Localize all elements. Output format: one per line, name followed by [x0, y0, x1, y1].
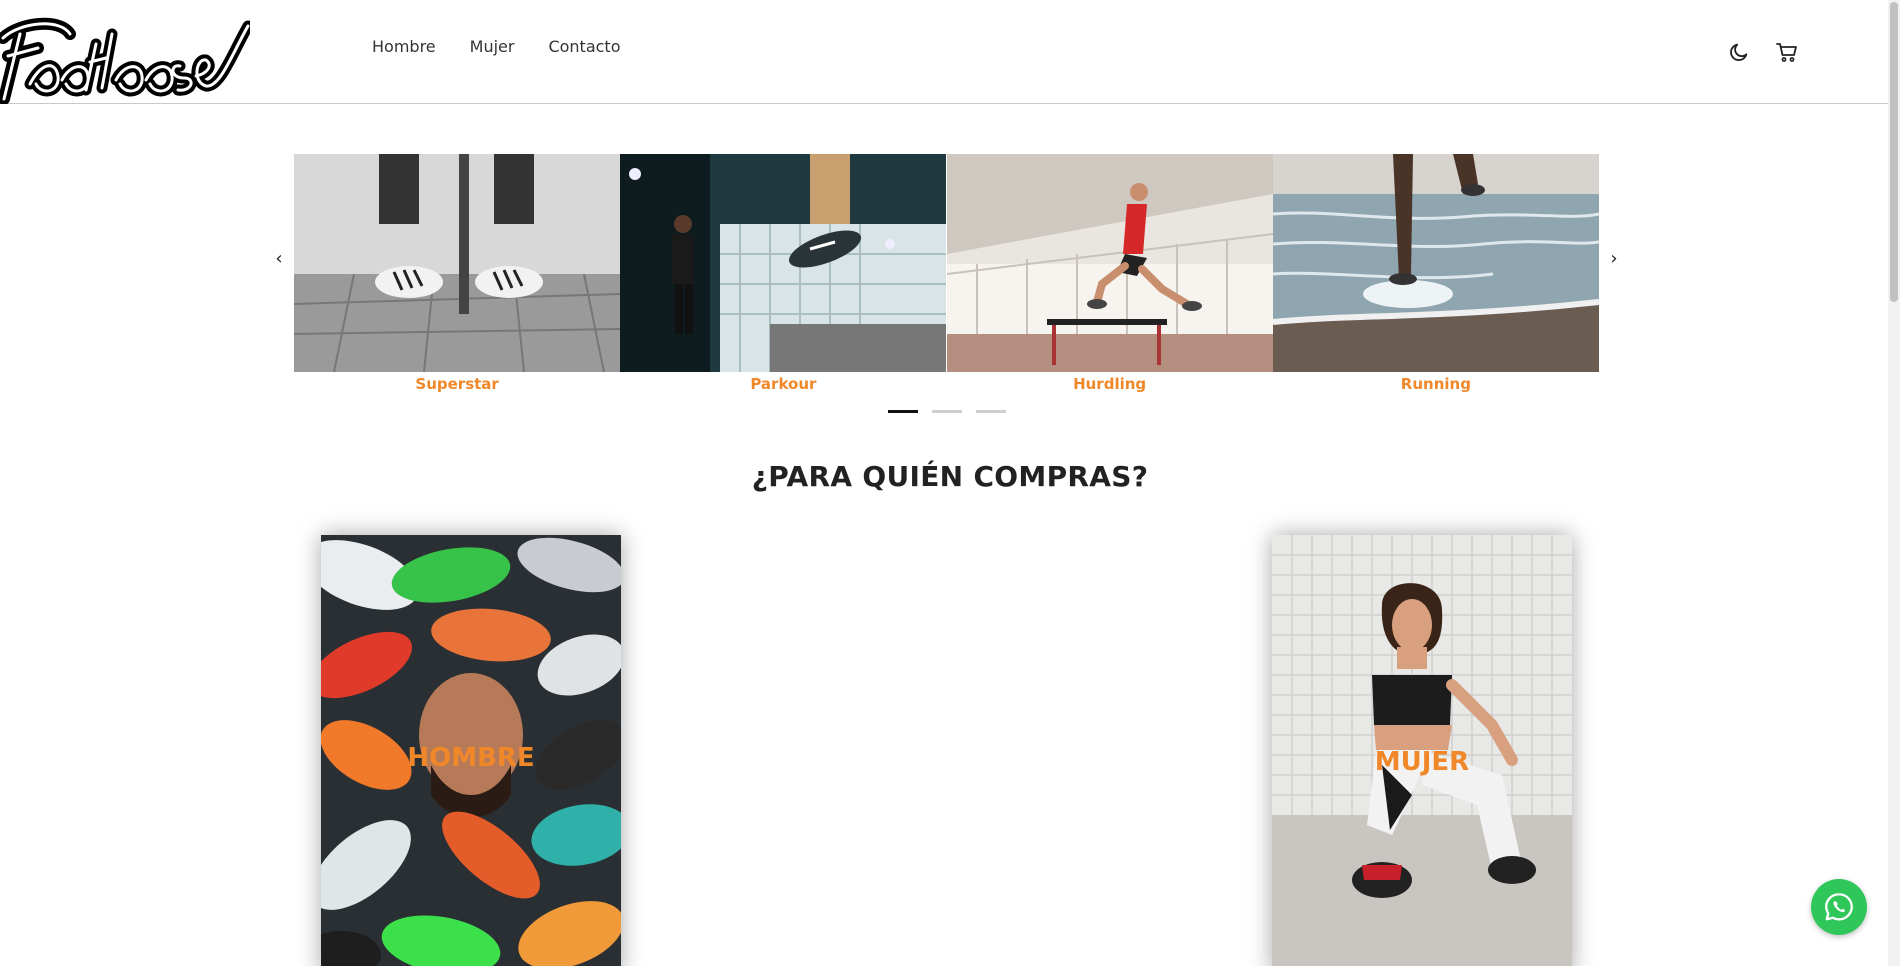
slide-caption: Running	[1400, 375, 1471, 393]
nav-link-hombre[interactable]: Hombre	[372, 37, 436, 56]
whatsapp-button[interactable]	[1811, 879, 1867, 935]
carousel-slide[interactable]: Running	[1272, 154, 1599, 393]
carousel-slide[interactable]: Hurdling	[946, 154, 1273, 393]
product-carousel: Superstar Parkour Hurdling Running	[294, 154, 1599, 393]
parkour-image	[620, 154, 947, 372]
header-actions	[1725, 38, 1801, 66]
carousel-dot[interactable]	[932, 410, 962, 413]
carousel-next-button[interactable]: ›	[1604, 248, 1624, 269]
moon-icon[interactable]	[1725, 38, 1753, 66]
scrollbar-thumb[interactable]	[1890, 2, 1898, 302]
category-label-mujer: MUJER	[1374, 747, 1470, 777]
carousel-dot[interactable]	[976, 410, 1006, 413]
running-image	[1272, 154, 1599, 372]
carousel-prev-button[interactable]: ‹	[269, 248, 289, 269]
superstar-image	[294, 154, 621, 372]
carousel-slide[interactable]: Superstar	[294, 154, 621, 393]
category-card-hombre[interactable]: HOMBRE	[321, 535, 621, 966]
slide-caption: Superstar	[415, 375, 499, 393]
main-nav: Hombre Mujer Contacto	[372, 37, 621, 56]
logo-graphic	[0, 17, 254, 105]
slide-caption: Hurdling	[1073, 375, 1147, 393]
whatsapp-icon	[1825, 893, 1853, 921]
site-header: Hombre Mujer Contacto	[0, 0, 1900, 105]
carousel-slide[interactable]: Parkour	[620, 154, 947, 393]
nav-link-mujer[interactable]: Mujer	[470, 37, 515, 56]
footloose-logo[interactable]	[0, 4, 254, 105]
category-label-hombre: HOMBRE	[407, 743, 535, 773]
slide-caption: Parkour	[750, 375, 817, 393]
nav-link-contacto[interactable]: Contacto	[548, 37, 620, 56]
cart-icon[interactable]	[1773, 38, 1801, 66]
carousel-track: Superstar Parkour Hurdling Running	[294, 154, 1599, 393]
page-scrollbar[interactable]	[1888, 0, 1900, 966]
hurdling-image	[946, 154, 1273, 372]
category-card-mujer[interactable]: MUJER	[1272, 535, 1572, 966]
carousel-pagination	[888, 410, 1006, 413]
section-title: ¿PARA QUIÉN COMPRAS?	[751, 460, 1149, 493]
carousel-dot[interactable]	[888, 410, 918, 413]
